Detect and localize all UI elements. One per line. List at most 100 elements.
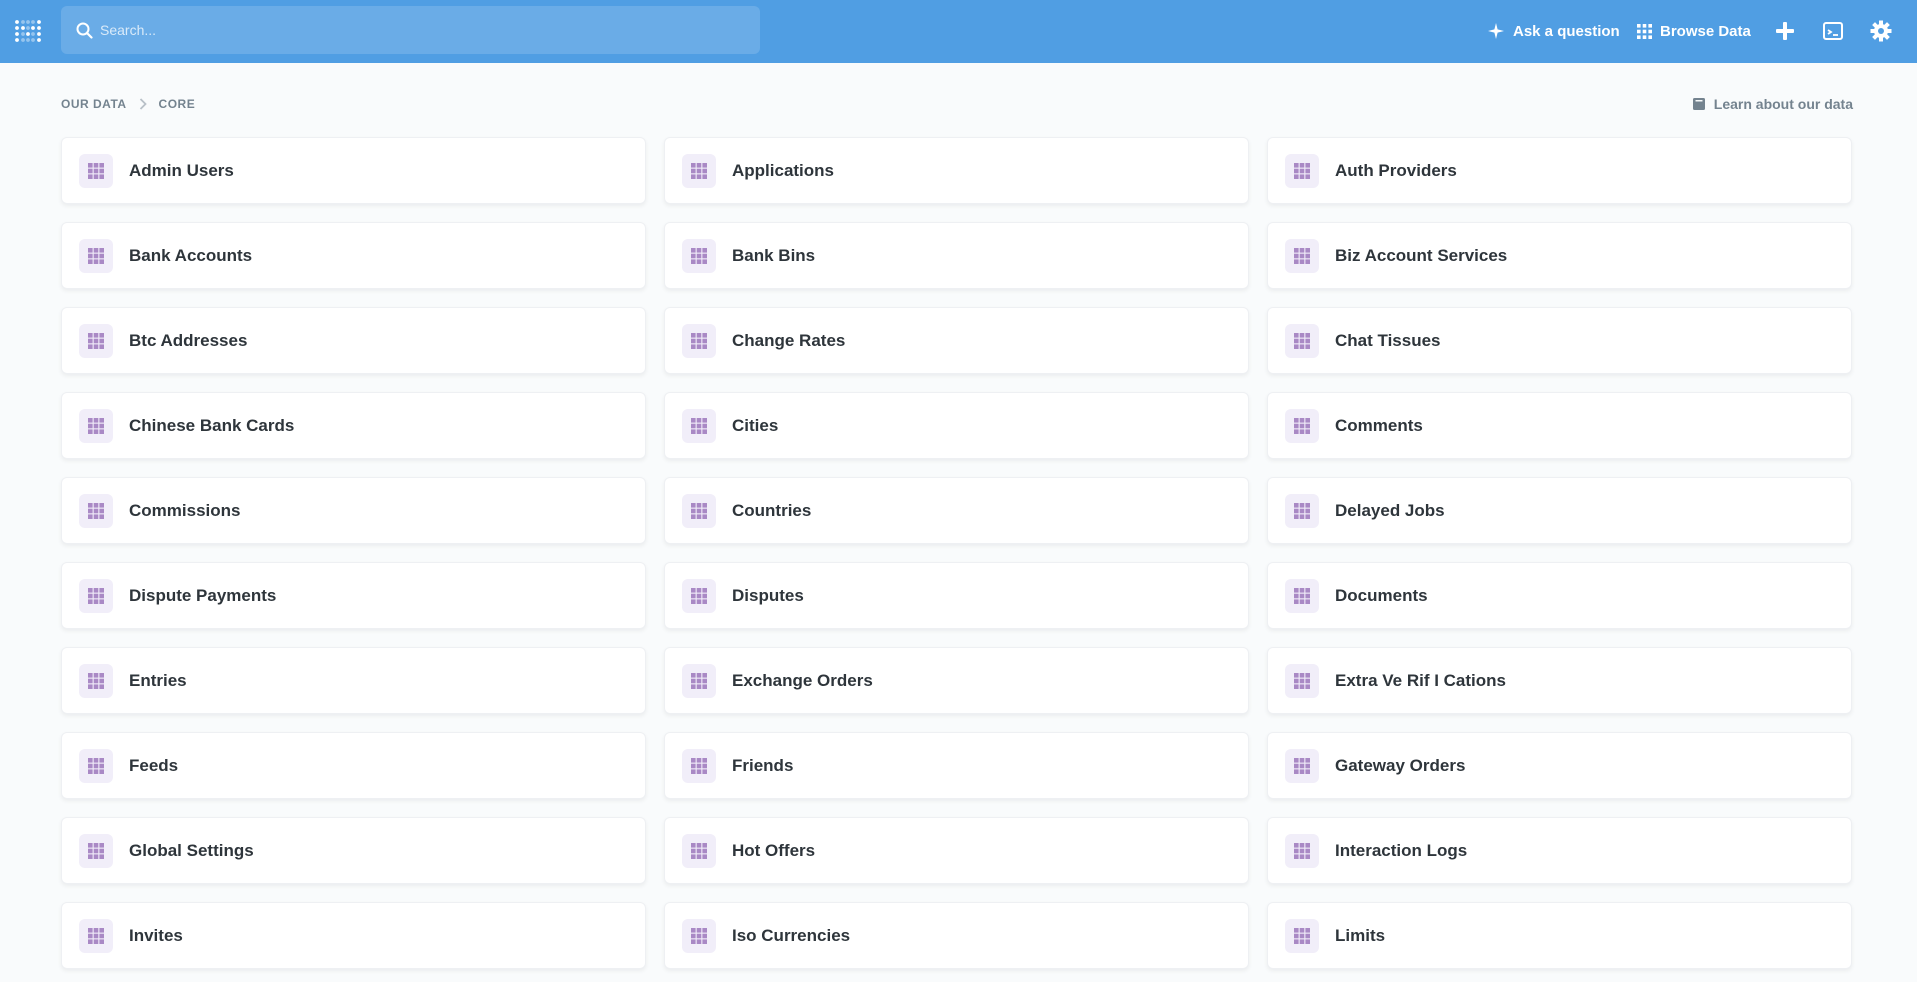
table-icon [682,578,716,613]
table-icon [79,748,113,783]
table-name: Bank Bins [732,245,816,265]
table-name: Comments [1335,415,1423,435]
browse-data-button[interactable]: Browse Data [1637,16,1751,46]
table-icon [79,578,113,613]
table-card[interactable]: Change Rates [664,307,1249,374]
table-card[interactable]: Global Settings [61,817,646,884]
table-card[interactable]: Disputes [664,562,1249,629]
table-icon [1285,408,1319,443]
table-card[interactable]: Feeds [61,732,646,799]
ask-question-label: Ask a question [1513,22,1620,40]
breadcrumb-core: CORE [158,97,196,111]
table-icon [682,748,716,783]
table-name: Iso Currencies [732,925,851,945]
table-name: Delayed Jobs [1335,500,1445,520]
ask-question-button[interactable]: Ask a question [1488,16,1620,46]
table-card[interactable]: Hot Offers [664,817,1249,884]
table-name: Commissions [129,500,241,520]
table-icon [682,663,716,698]
table-name: Applications [732,160,835,180]
table-icon [1285,238,1319,273]
table-icon [682,323,716,358]
table-icon [1285,493,1319,528]
table-name: Disputes [732,585,804,605]
table-name: Bank Accounts [129,245,253,265]
table-icon [1285,578,1319,613]
table-card[interactable]: Biz Account Services [1267,222,1852,289]
table-card[interactable]: Auth Providers [1267,137,1852,204]
sql-editor-icon[interactable] [1821,19,1845,43]
table-card[interactable]: Commissions [61,477,646,544]
table-card[interactable]: Bank Accounts [61,222,646,289]
top-navbar: Ask a question Browse Data [0,0,1917,63]
metabase-logo-icon[interactable] [14,18,42,44]
new-plus-icon[interactable] [1773,19,1797,43]
table-name: Change Rates [732,330,846,350]
table-card[interactable]: Extra Ve Rif I Cations [1267,647,1852,714]
table-name: Gateway Orders [1335,755,1466,775]
table-icon [1285,323,1319,358]
table-card[interactable]: Comments [1267,392,1852,459]
table-icon [1285,748,1319,783]
table-card[interactable]: Delayed Jobs [1267,477,1852,544]
table-name: Btc Addresses [129,330,248,350]
table-card[interactable]: Chinese Bank Cards [61,392,646,459]
table-card[interactable]: Admin Users [61,137,646,204]
table-name: Biz Account Services [1335,245,1508,265]
grid-icon [1637,23,1652,39]
table-name: Global Settings [129,840,254,860]
table-icon [682,493,716,528]
settings-gear-icon[interactable] [1869,19,1893,43]
table-card[interactable]: Limits [1267,902,1852,969]
table-icon [79,833,113,868]
table-list: Admin Users Applications Auth Providers Ban… [61,137,1854,969]
table-card[interactable]: Dispute Payments [61,562,646,629]
table-card[interactable]: Documents [1267,562,1852,629]
table-name: Countries [732,500,812,520]
sparkle-icon [1488,23,1504,39]
table-icon [1285,663,1319,698]
table-name: Feeds [129,755,179,775]
table-card[interactable]: Btc Addresses [61,307,646,374]
table-name: Invites [129,925,183,945]
table-name: Entries [129,670,187,690]
table-name: Dispute Payments [129,585,277,605]
table-card[interactable]: Applications [664,137,1249,204]
table-icon [79,408,113,443]
table-card[interactable]: Invites [61,902,646,969]
table-name: Chinese Bank Cards [129,415,295,435]
table-icon [1285,153,1319,188]
table-icon [1285,918,1319,953]
table-icon [682,153,716,188]
table-icon [79,493,113,528]
browse-data-label: Browse Data [1660,22,1751,40]
table-card[interactable]: Gateway Orders [1267,732,1852,799]
table-icon [79,323,113,358]
breadcrumb-our-data[interactable]: OUR DATA [61,97,127,111]
table-card[interactable]: Friends [664,732,1249,799]
learn-about-data-link[interactable]: Learn about our data [1692,94,1853,114]
table-card[interactable]: Exchange Orders [664,647,1249,714]
breadcrumb: OUR DATA CORE [61,94,195,114]
table-card[interactable]: Bank Bins [664,222,1249,289]
table-card[interactable]: Cities [664,392,1249,459]
table-icon [682,918,716,953]
chevron-right-icon [139,98,147,110]
table-icon [79,153,113,188]
table-card[interactable]: Countries [664,477,1249,544]
table-card[interactable]: Interaction Logs [1267,817,1852,884]
table-icon [682,238,716,273]
table-icon [1285,833,1319,868]
table-name: Friends [732,755,794,775]
table-name: Interaction Logs [1335,840,1468,860]
table-name: Limits [1335,925,1386,945]
table-card[interactable]: Entries [61,647,646,714]
table-name: Documents [1335,585,1428,605]
table-icon [79,663,113,698]
table-icon [682,408,716,443]
table-card[interactable]: Iso Currencies [664,902,1249,969]
search-bar[interactable] [61,6,760,54]
search-input[interactable] [100,6,740,54]
table-card[interactable]: Chat Tissues [1267,307,1852,374]
table-icon [682,833,716,868]
